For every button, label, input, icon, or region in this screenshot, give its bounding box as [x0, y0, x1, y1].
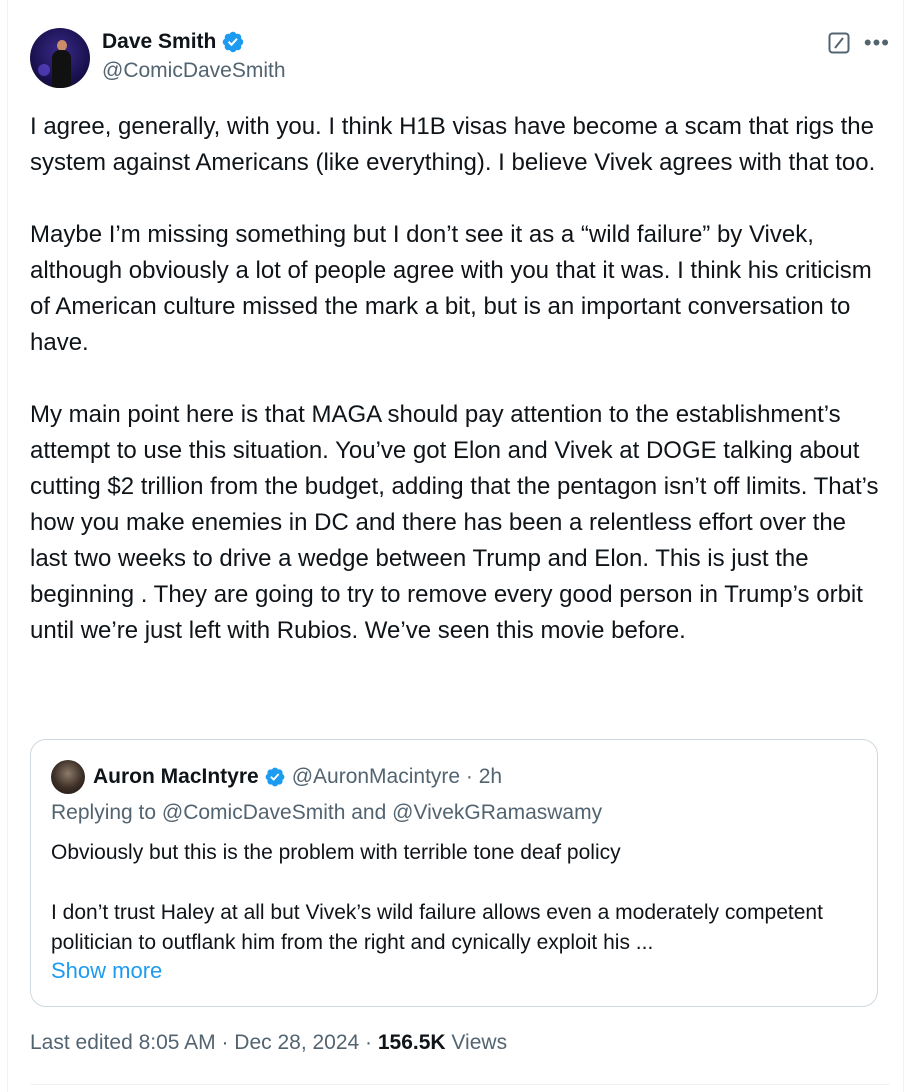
views-count: 156.5K	[377, 1031, 446, 1054]
views-label: Views	[445, 1031, 508, 1054]
tweet-body: I agree, generally, with you. I think H1…	[30, 109, 880, 649]
quoted-tweet-header: Auron MacIntyre @AuronMacintyre · 2h	[51, 760, 502, 794]
quoted-author-avatar[interactable]	[51, 760, 85, 794]
quoted-author-handle-time[interactable]: @AuronMacintyre · 2h	[292, 765, 502, 789]
quoted-paragraph: Obviously but this is the problem with t…	[51, 841, 621, 864]
replying-to[interactable]: Replying to @ComicDaveSmith and @VivekGR…	[51, 801, 602, 825]
author-display-name[interactable]: Dave Smith	[102, 30, 216, 54]
verified-badge-icon	[223, 31, 244, 53]
author-avatar[interactable]	[30, 28, 90, 88]
tweet-header: Dave Smith @ComicDaveSmith •••	[30, 28, 890, 88]
edited-timestamp[interactable]: Last edited 8:05 AM · Dec 28, 2024 ·	[30, 1031, 378, 1054]
tweet-paragraph: My main point here is that MAGA should p…	[30, 401, 879, 644]
grok-icon[interactable]	[828, 32, 850, 54]
quoted-author-name[interactable]: Auron MacIntyre	[93, 765, 259, 789]
quoted-paragraph: I don’t trust Haley at all but Vivek’s w…	[51, 901, 823, 954]
divider	[30, 1084, 890, 1085]
top-actions: •••	[828, 32, 890, 54]
quoted-tweet-body: Obviously but this is the problem with t…	[51, 838, 861, 958]
tweet-meta: Last edited 8:05 AM · Dec 28, 2024 · 156…	[30, 1031, 507, 1055]
author-name-block: Dave Smith @ComicDaveSmith	[102, 28, 286, 83]
quoted-tweet-card[interactable]: Auron MacIntyre @AuronMacintyre · 2h Rep…	[30, 739, 878, 1007]
tweet-paragraph: Maybe I’m missing something but I don’t …	[30, 221, 872, 356]
verified-badge-icon	[265, 767, 285, 787]
tweet-paragraph: I agree, generally, with you. I think H1…	[30, 113, 876, 176]
more-options-icon[interactable]: •••	[864, 32, 890, 54]
show-more-link[interactable]: Show more	[51, 958, 162, 984]
author-handle[interactable]: @ComicDaveSmith	[102, 59, 286, 83]
